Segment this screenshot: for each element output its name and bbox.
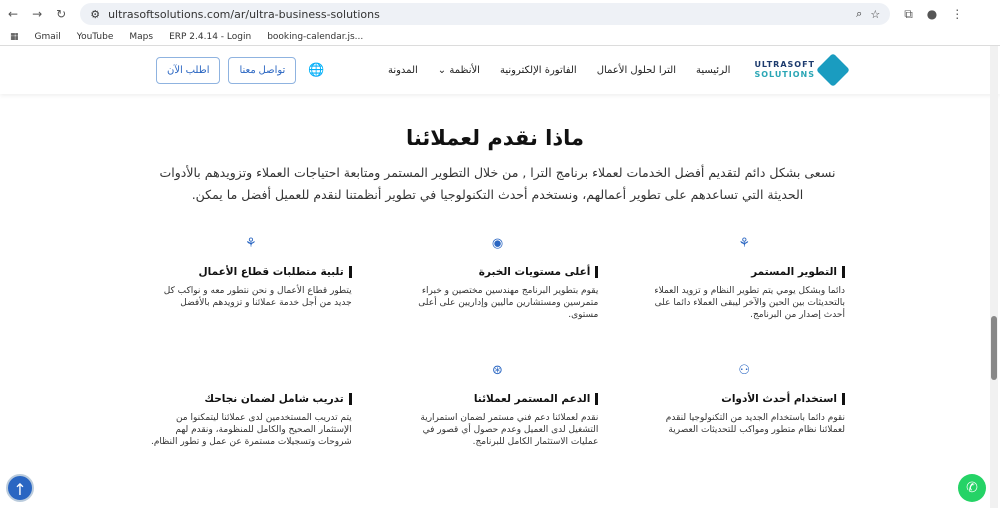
browser-toolbar: ← → ↻ ⚙ ultrasoftsolutions.com/ar/ultra-bus…: [0, 0, 1000, 28]
webhook-icon: ⚘: [738, 236, 750, 251]
feature-title: استخدام أحدث الأدوات: [643, 393, 845, 405]
feature-card: ⚘ التطوير المستمر دائما وبشكل يومي يتم تطو…: [643, 236, 845, 341]
bookmark-star-icon[interactable]: ☆: [870, 8, 880, 21]
forward-icon[interactable]: →: [32, 7, 42, 21]
page-scrollbar[interactable]: [990, 46, 998, 508]
address-bar[interactable]: ⚙ ultrasoftsolutions.com/ar/ultra-busines…: [80, 3, 891, 25]
lifebuoy-icon: ⊛: [492, 363, 503, 378]
site-info-icon[interactable]: ⚙: [90, 8, 100, 21]
bookmark-youtube[interactable]: YouTube: [77, 32, 114, 42]
features-grid: ⚘ التطوير المستمر دائما وبشكل يومي يتم تطو…: [150, 236, 845, 468]
whatsapp-button[interactable]: ✆: [958, 474, 986, 502]
site-header: ULTRASOFT SOLUTIONS الرئيسية الترا لحلول …: [0, 46, 1000, 94]
contact-button[interactable]: تواصل معنا: [228, 56, 297, 84]
feature-card: ⚘ تلبية متطلبات قطاع الأعمال يتطور قطاع ال…: [150, 236, 352, 341]
feature-card: ◉ أعلى مستويات الخبرة يقوم بتطوير البرنامج…: [397, 236, 599, 341]
back-icon[interactable]: ←: [8, 7, 18, 21]
order-now-button[interactable]: اطلب الآن: [156, 56, 221, 84]
url-text: ultrasoftsolutions.com/ar/ultra-business…: [108, 7, 380, 21]
training-icon: [150, 363, 352, 385]
zoom-icon[interactable]: ⌕: [856, 7, 862, 21]
logo[interactable]: ULTRASOFT SOLUTIONS: [754, 53, 850, 87]
feature-text: يقوم بتطوير البرنامج مهندسين مختصين و خب…: [418, 286, 599, 320]
extensions-icon[interactable]: ⧉: [904, 7, 913, 22]
reload-icon[interactable]: ↻: [56, 7, 66, 21]
feature-title: أعلى مستويات الخبرة: [397, 266, 599, 278]
bookmarks-bar: ▦ Gmail YouTube Maps ERP 2.4.14 - Login …: [0, 28, 1000, 46]
menu-icon[interactable]: ⋮: [951, 7, 963, 21]
feature-text: نقدم لعملائنا دعم فني مستمر لضمان استمرا…: [420, 413, 599, 447]
feature-card: ⊛ الدعم المستمر لعملائنا نقدم لعملائنا دعم…: [397, 363, 599, 468]
logo-mark: [816, 53, 850, 87]
feature-title: تدريب شامل لضمان نجاحك: [150, 393, 352, 405]
feature-text: نقوم دائما باستخدام الجديد من التكنولوجي…: [665, 413, 845, 435]
logo-text: ULTRASOFT: [754, 60, 815, 69]
section-lead: نسعى بشكل دائم لتقديم أفضل الخدمات لعملا…: [159, 165, 836, 202]
bookmark-maps[interactable]: Maps: [129, 32, 153, 42]
feature-text: دائما وبشكل يومي يتم تطوير النظام و تزوي…: [654, 286, 845, 320]
bookmark-erp[interactable]: ERP 2.4.14 - Login: [169, 32, 251, 42]
feature-title: الدعم المستمر لعملائنا: [397, 393, 599, 405]
feature-text: يتطور قطاع الأعمال و نحن نتطور معه و نوا…: [163, 286, 352, 308]
scrollbar-thumb[interactable]: [991, 316, 997, 380]
profile-avatar[interactable]: ●: [927, 7, 937, 21]
feature-card: تدريب شامل لضمان نجاحك يتم تدريب المستخدم…: [150, 363, 352, 468]
logo-subtext: SOLUTIONS: [754, 70, 815, 79]
feature-text: يتم تدريب المستخدمين لدى عملائنا ليتمكنو…: [150, 413, 352, 447]
section-title: ماذا نقدم لعملائنا: [405, 126, 585, 150]
expertise-icon: ◉: [491, 236, 504, 251]
feature-card: ⚇ استخدام أحدث الأدوات نقوم دائما باستخدام…: [643, 363, 845, 468]
nav-e-invoice[interactable]: الفاتورة الإلكترونية: [500, 65, 577, 76]
apps-icon[interactable]: ▦: [10, 32, 19, 42]
main-nav: الرئيسية الترا لحلول الأعمال الفاتورة ال…: [325, 65, 730, 76]
bookmark-booking[interactable]: booking-calendar.js...: [267, 32, 363, 42]
feature-title: التطوير المستمر: [643, 266, 845, 278]
bookmark-gmail[interactable]: Gmail: [35, 32, 61, 42]
nav-ultra-business[interactable]: الترا لحلول الأعمال: [597, 65, 676, 76]
feature-title: تلبية متطلبات قطاع الأعمال: [150, 266, 352, 278]
nav-home[interactable]: الرئيسية: [696, 65, 730, 76]
users-icon: ⚇: [738, 363, 750, 378]
nav-systems[interactable]: الأنظمة ⌄: [438, 65, 480, 76]
language-globe-icon[interactable]: 🌐: [308, 63, 324, 78]
webhook-icon: ⚘: [245, 236, 257, 251]
nav-blog[interactable]: المدونة: [388, 65, 418, 76]
scroll-to-top-button[interactable]: ↑: [6, 474, 34, 502]
